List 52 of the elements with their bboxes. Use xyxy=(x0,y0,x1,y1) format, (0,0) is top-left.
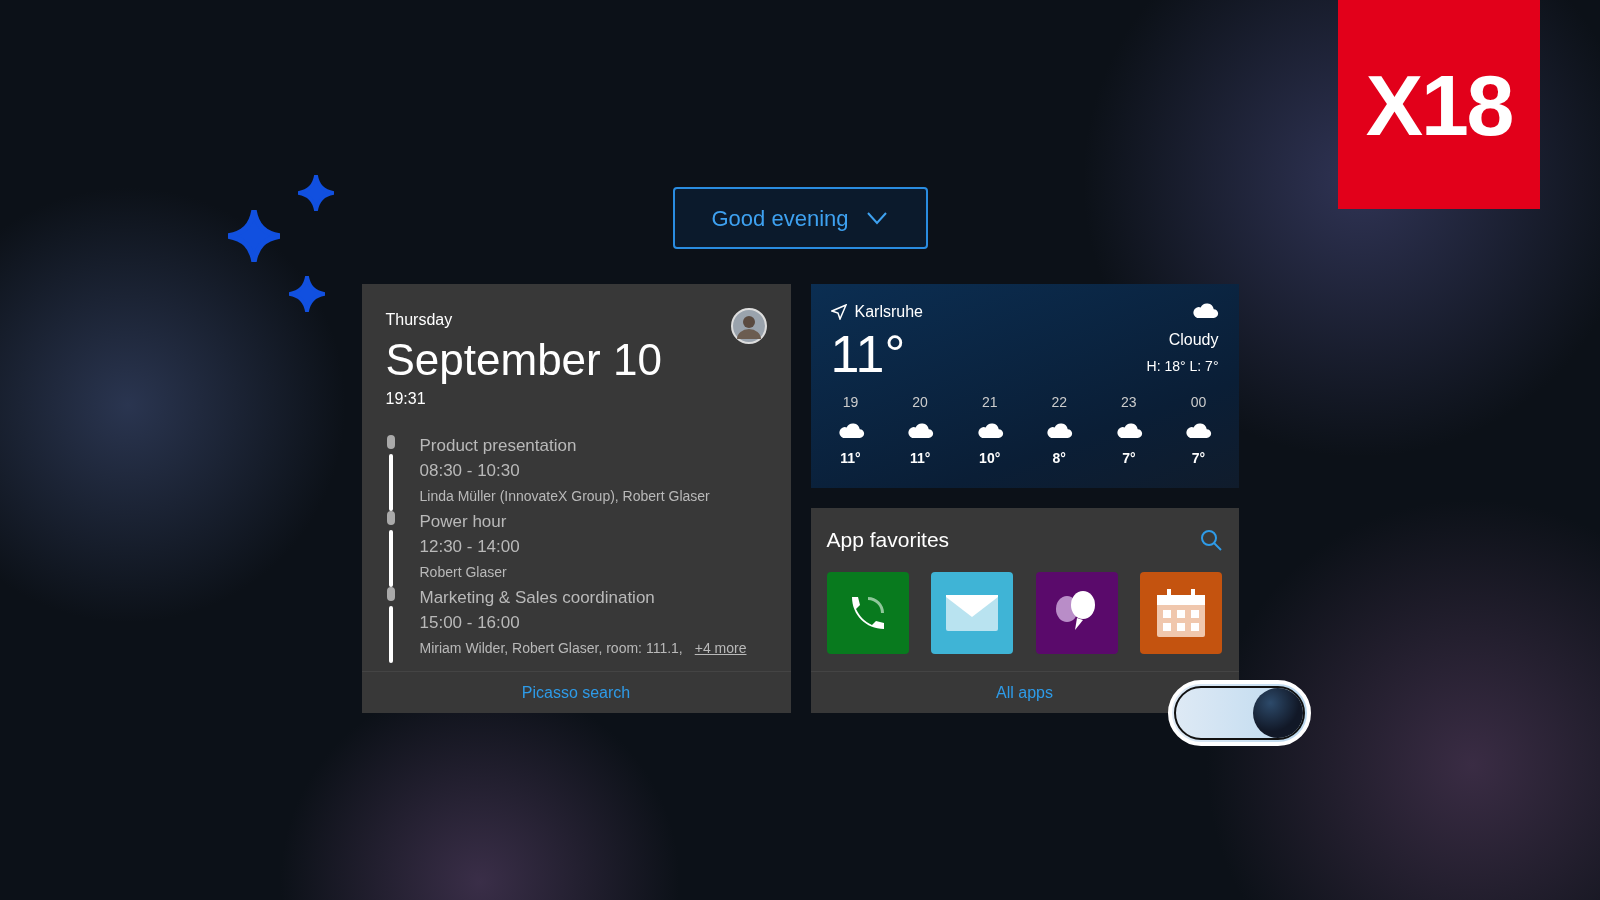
forecast-temperature: 7° xyxy=(1191,449,1206,468)
event-title: Power hour xyxy=(419,511,508,533)
forecast-temperature: 8° xyxy=(1052,449,1066,468)
current-temperature: 11° xyxy=(830,328,907,380)
event-time: 12:30 - 14:00 xyxy=(419,536,520,558)
sparkle-icon xyxy=(289,276,325,312)
app-tile[interactable] xyxy=(1140,571,1223,654)
forecast-temperature: 11° xyxy=(840,449,861,468)
brand-logo: X18 xyxy=(1365,61,1513,148)
forecast-hour: 00 xyxy=(1190,393,1207,412)
forecast-temperature: 7° xyxy=(1122,449,1136,468)
forecast-hour: 20 xyxy=(912,393,928,412)
location: Karlsruhe xyxy=(854,302,923,322)
more-link[interactable]: +4 more xyxy=(694,637,747,658)
high-low: H: 18° L: 7° xyxy=(1146,357,1219,376)
app-tile[interactable] xyxy=(931,571,1014,654)
event-attendees: Miriam Wilder, Robert Glaser, room: 111.1, xyxy=(419,638,683,658)
sparkle-icon xyxy=(298,175,334,211)
cloud-icon xyxy=(1190,300,1219,320)
forecast-hour: 23 xyxy=(1121,393,1137,412)
greeting-dropdown[interactable]: Good evening xyxy=(672,187,928,249)
avatar[interactable] xyxy=(730,308,767,344)
event-attendees: Robert Glaser xyxy=(419,562,507,582)
cloud-icon xyxy=(1114,420,1143,440)
search-icon[interactable] xyxy=(1198,527,1223,552)
toggle-thumb xyxy=(1253,688,1303,738)
event-title: Marketing & Sales coordination xyxy=(419,587,656,609)
event-time: 15:00 - 16:00 xyxy=(419,612,521,634)
sparkle-icon xyxy=(228,210,280,262)
forecast-hour: 19 xyxy=(842,393,859,412)
condition: Cloudy xyxy=(1168,330,1219,350)
cloud-icon xyxy=(1184,420,1213,440)
forecast-hour: 22 xyxy=(1051,393,1068,412)
location-arrow-icon xyxy=(830,304,847,320)
app-tile[interactable] xyxy=(826,571,909,654)
picasso-search-link[interactable]: Picasso search xyxy=(521,680,631,705)
forecast-temperature: 11° xyxy=(909,449,931,468)
app-favorites-title: App favorites xyxy=(826,527,950,553)
cloud-icon xyxy=(1045,420,1074,440)
forecast-hour: 21 xyxy=(981,393,998,412)
event-time: 08:30 - 10:30 xyxy=(419,460,521,482)
date: September 10 xyxy=(385,334,662,386)
all-apps-link[interactable]: All apps xyxy=(996,680,1053,705)
forecast-temperature: 10° xyxy=(979,449,1001,468)
cloud-icon xyxy=(836,420,865,440)
event-title: Product presentation xyxy=(419,435,578,457)
cloud-icon xyxy=(906,420,935,440)
event-attendees: Linda Müller (InnovateX Group), Robert Glaser xyxy=(419,486,710,506)
cloud-icon xyxy=(975,420,1004,440)
time: 19:31 xyxy=(385,389,427,409)
app-tile[interactable] xyxy=(1035,571,1118,654)
weekday: Thursday xyxy=(385,310,454,330)
